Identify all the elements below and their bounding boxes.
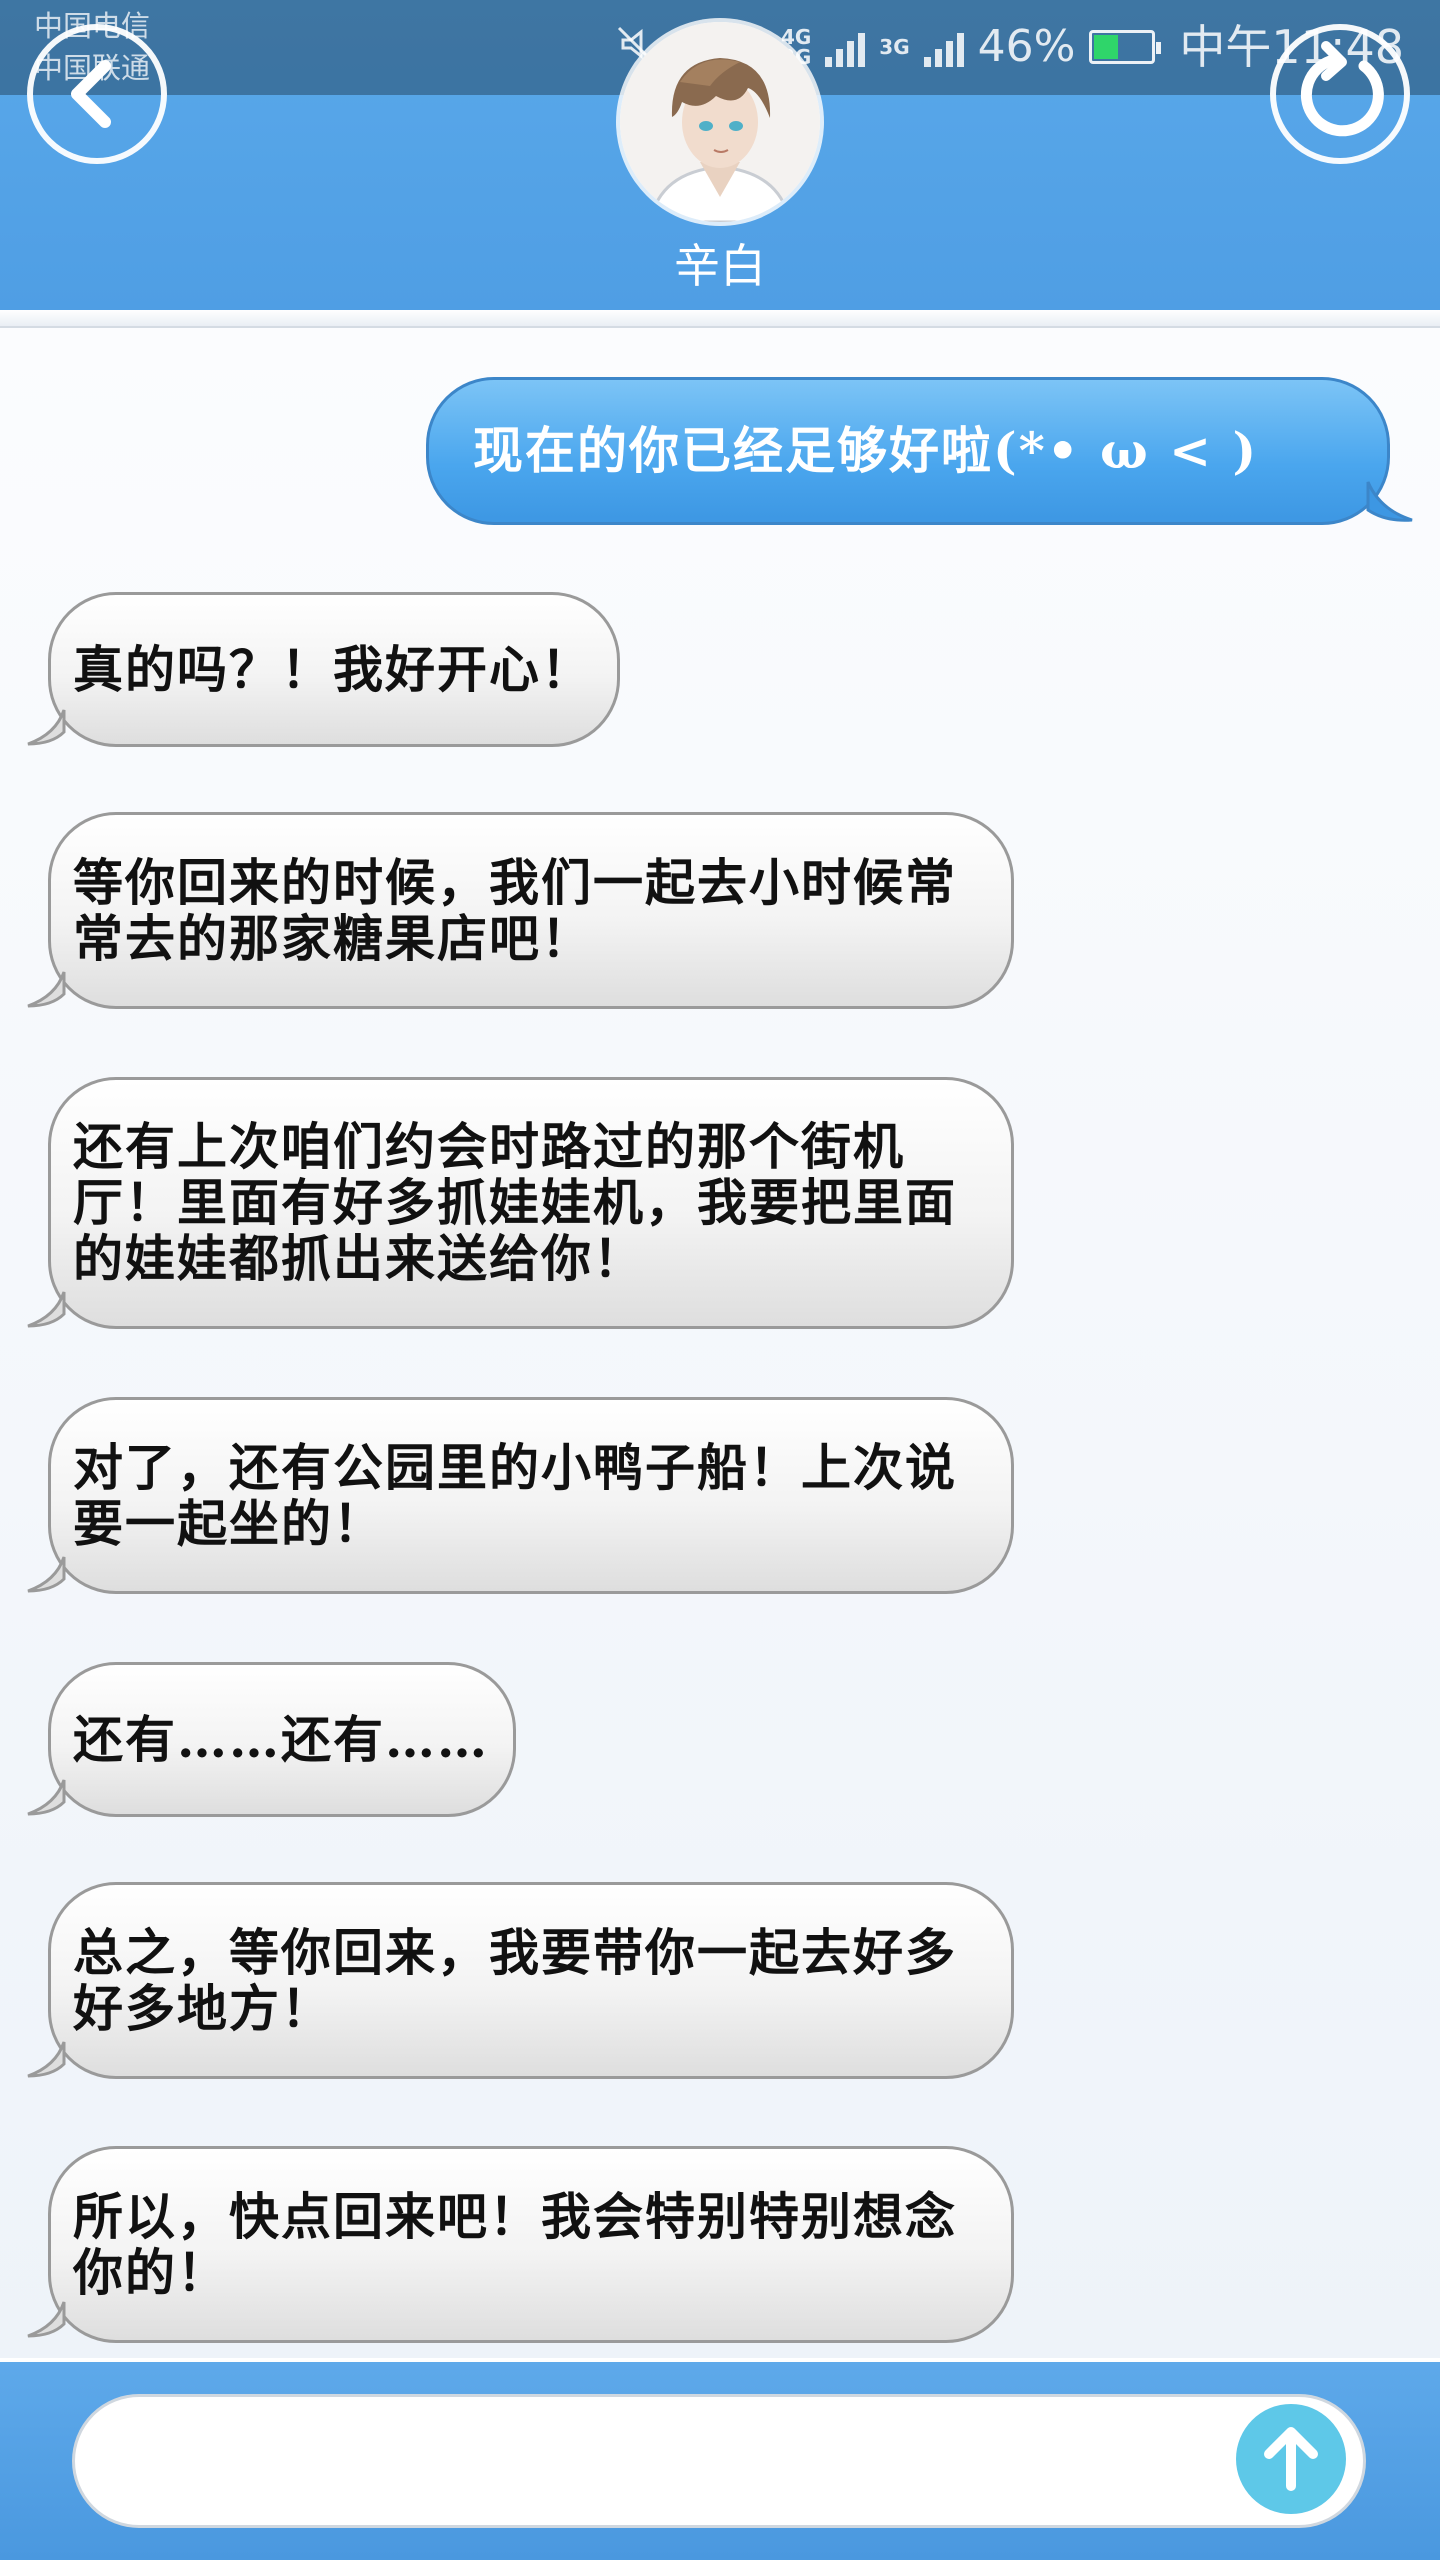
incoming-message[interactable]: 等你回来的时候，我们一起去小时候常常去的那家糖果店吧！ — [48, 812, 1014, 1009]
contact-name: 辛白 — [674, 239, 766, 293]
message-input[interactable] — [72, 2394, 1366, 2528]
message-text: 还有……还有…… — [73, 1709, 489, 1769]
message-text: 等你回来的时候，我们一起去小时候常常去的那家糖果店吧！ — [73, 852, 957, 968]
refresh-icon — [1300, 41, 1384, 137]
chevron-left-icon — [71, 60, 111, 128]
refresh-button[interactable] — [1270, 24, 1410, 164]
header-divider — [0, 310, 1440, 328]
chat-header: 中国电信 中国联通 4G2G 3G 46% 中午11:48 — [0, 0, 1440, 310]
send-button[interactable] — [1236, 2404, 1346, 2514]
network-type-label-2: 3G — [879, 35, 910, 59]
message-text: 对了，还有公园里的小鸭子船！上次说要一起坐的！ — [73, 1437, 957, 1553]
contact-avatar[interactable] — [620, 22, 820, 222]
incoming-message[interactable]: 总之，等你回来，我要带你一起去好多好多地方！ — [48, 1882, 1014, 2079]
arrow-up-icon — [1264, 2427, 1318, 2491]
incoming-message[interactable]: 还有上次咱们约会时路过的那个街机厅！里面有好多抓娃娃机，我要把里面的娃娃都抓出来… — [48, 1077, 1014, 1329]
message-text: 总之，等你回来，我要带你一起去好多好多地方！ — [73, 1922, 957, 2038]
message-input-bar — [0, 2358, 1440, 2560]
bubble-tail — [27, 1779, 66, 1816]
signal-icon-2 — [923, 27, 964, 67]
bubble-tail — [1366, 481, 1413, 522]
bubble-tail — [27, 2041, 66, 2078]
incoming-message[interactable]: 对了，还有公园里的小鸭子船！上次说要一起坐的！ — [48, 1397, 1014, 1594]
message-text: 还有上次咱们约会时路过的那个街机厅！里面有好多抓娃娃机，我要把里面的娃娃都抓出来… — [73, 1117, 957, 1288]
back-button[interactable] — [27, 24, 167, 164]
incoming-message[interactable]: 所以，快点回来吧！我会特别特别想念你的！ — [48, 2146, 1014, 2343]
message-text: 所以，快点回来吧！我会特别特别想念你的！ — [73, 2186, 957, 2302]
bubble-tail — [27, 1556, 66, 1593]
avatar-illustration — [620, 22, 820, 222]
bubble-tail — [27, 709, 66, 746]
incoming-message[interactable]: 真的吗？！我好开心！ — [48, 592, 620, 747]
outgoing-message[interactable]: 现在的你已经足够好啦(*• ω < ) — [426, 377, 1390, 525]
signal-icon — [825, 27, 866, 67]
message-text: 真的吗？！我好开心！ — [73, 639, 593, 699]
incoming-message[interactable]: 还有……还有…… — [48, 1662, 516, 1817]
message-text: 现在的你已经足够好啦(*• ω < ) — [473, 421, 1259, 480]
battery-icon — [1089, 30, 1162, 64]
battery-percent: 46% — [977, 21, 1076, 72]
bubble-tail — [27, 2301, 66, 2338]
bubble-tail — [27, 971, 66, 1008]
battery-fill — [1094, 35, 1119, 59]
bubble-tail — [27, 1291, 66, 1328]
